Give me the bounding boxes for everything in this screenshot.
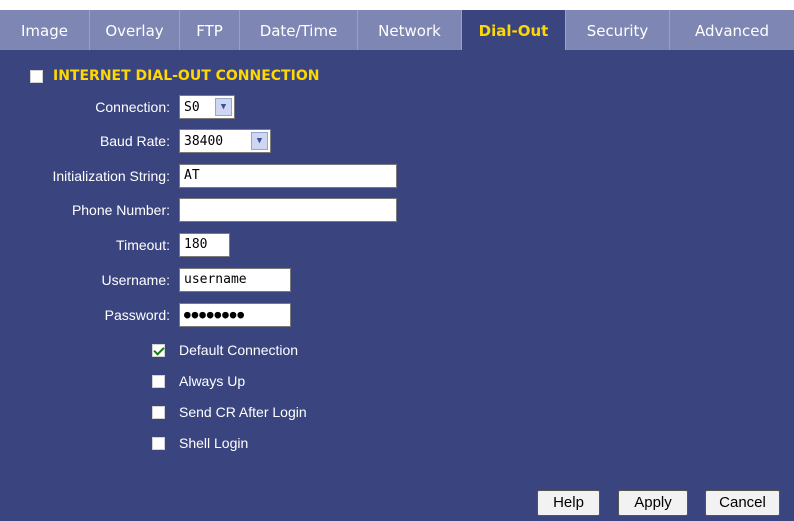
tab-overlay[interactable]: Overlay <box>90 10 180 50</box>
username-row: Username: username <box>0 267 794 293</box>
phone-number-label: Phone Number: <box>71 202 170 218</box>
init-string-input[interactable]: AT <box>179 164 397 188</box>
phone-number-input[interactable] <box>179 198 397 222</box>
always-up-label: Always Up <box>179 373 246 389</box>
tab-bar: Image Overlay FTP Date/Time Network Dial… <box>0 10 794 50</box>
default-connection-checkbox[interactable] <box>152 343 165 357</box>
chevron-down-icon: ▼ <box>251 132 268 150</box>
always-up-option: Always Up <box>152 373 245 389</box>
tab-ftp[interactable]: FTP <box>180 10 240 50</box>
internet-dial-out-checkbox[interactable] <box>30 69 43 83</box>
send-cr-label: Send CR After Login <box>179 404 307 420</box>
help-button[interactable]: Help <box>537 490 600 516</box>
default-connection-option: Default Connection <box>152 342 298 358</box>
tab-dial-out[interactable]: Dial-Out <box>462 10 566 50</box>
shell-login-checkbox[interactable] <box>152 436 165 450</box>
send-cr-checkbox[interactable] <box>152 405 165 419</box>
baud-rate-row: Baud Rate: 38400 ▼ <box>0 128 794 154</box>
init-string-row: Initialization String: AT <box>0 163 794 189</box>
timeout-input[interactable]: 180 <box>179 233 230 257</box>
password-input[interactable]: ●●●●●●●● <box>179 303 291 327</box>
apply-button[interactable]: Apply <box>618 490 688 516</box>
username-input[interactable]: username <box>179 268 291 292</box>
shell-login-option: Shell Login <box>152 435 248 451</box>
connection-label: Connection: <box>95 99 170 115</box>
baud-rate-label: Baud Rate: <box>99 133 170 149</box>
baud-rate-select[interactable]: 38400 ▼ <box>179 129 271 153</box>
phone-number-row: Phone Number: <box>0 197 794 223</box>
timeout-label: Timeout: <box>116 237 170 253</box>
tab-security[interactable]: Security <box>566 10 670 50</box>
baud-rate-value: 38400 <box>184 133 224 149</box>
top-strip <box>0 0 794 10</box>
connection-value: S0 <box>184 99 200 115</box>
username-label: Username: <box>101 272 170 288</box>
always-up-checkbox[interactable] <box>152 374 165 388</box>
cancel-button[interactable]: Cancel <box>705 490 780 516</box>
tab-network[interactable]: Network <box>358 10 462 50</box>
connection-row: Connection: S0 ▼ <box>0 94 794 120</box>
chevron-down-icon: ▼ <box>215 98 232 116</box>
tab-date-time[interactable]: Date/Time <box>240 10 358 50</box>
timeout-row: Timeout: 180 <box>0 232 794 258</box>
send-cr-option: Send CR After Login <box>152 404 307 420</box>
init-string-label: Initialization String: <box>52 168 170 184</box>
section-header: INTERNET DIAL-OUT CONNECTION <box>30 68 319 84</box>
password-label: Password: <box>104 307 170 323</box>
shell-login-label: Shell Login <box>179 435 249 451</box>
connection-select[interactable]: S0 ▼ <box>179 95 235 119</box>
tab-image[interactable]: Image <box>0 10 90 50</box>
tab-advanced[interactable]: Advanced <box>670 10 794 50</box>
default-connection-label: Default Connection <box>179 342 299 358</box>
password-row: Password: ●●●●●●●● <box>0 302 794 328</box>
section-title: INTERNET DIAL-OUT CONNECTION <box>53 68 320 84</box>
